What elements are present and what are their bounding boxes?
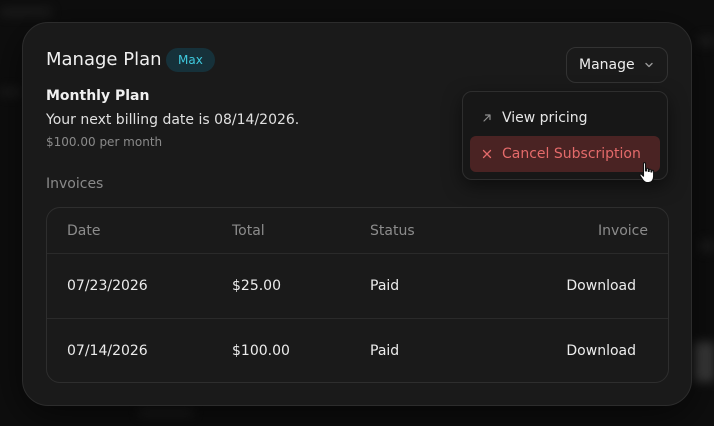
plan-name: Monthly Plan (46, 88, 150, 104)
table-row: 07/23/2026 $25.00 Paid Download (47, 253, 668, 318)
download-link[interactable]: Download (566, 254, 636, 318)
manage-button[interactable]: Manage (566, 47, 668, 83)
column-header-status: Status (370, 222, 415, 239)
manage-plan-card: Manage Plan Max Monthly Plan Your next b… (22, 22, 692, 406)
download-link[interactable]: Download (566, 319, 636, 382)
column-header-invoice: Invoice (597, 222, 648, 239)
close-icon (482, 149, 492, 159)
chevron-down-icon (645, 62, 653, 68)
column-header-total: Total (232, 222, 265, 239)
invoice-total: $25.00 (232, 278, 281, 294)
invoice-status: Paid (370, 343, 400, 359)
invoices-table: Date Total Status Invoice 07/23/2026 $25… (46, 207, 669, 383)
manage-button-label: Manage (579, 57, 635, 73)
invoice-date: 07/14/2026 (67, 343, 148, 359)
page-title: Manage Plan (46, 49, 162, 70)
menu-item-label: View pricing (502, 110, 588, 126)
table-row: 07/14/2026 $100.00 Paid Download (47, 318, 668, 382)
menu-item-label: Cancel Subscription (502, 146, 641, 162)
table-header-row: Date Total Status Invoice (47, 208, 668, 253)
menu-item-view-pricing[interactable]: View pricing (470, 100, 660, 136)
plan-price: $100.00 per month (46, 135, 163, 149)
column-header-date: Date (67, 222, 101, 239)
billing-date-text: Your next billing date is 08/14/2026. (46, 112, 300, 128)
menu-item-cancel-subscription[interactable]: Cancel Subscription (470, 136, 660, 172)
invoice-total: $100.00 (232, 343, 290, 359)
hand-pointer-cursor-icon (639, 162, 655, 184)
invoice-status: Paid (370, 278, 400, 294)
invoice-date: 07/23/2026 (67, 278, 148, 294)
arrow-up-right-icon (483, 114, 491, 122)
invoices-heading: Invoices (46, 176, 104, 192)
plan-badge: Max (166, 48, 215, 72)
